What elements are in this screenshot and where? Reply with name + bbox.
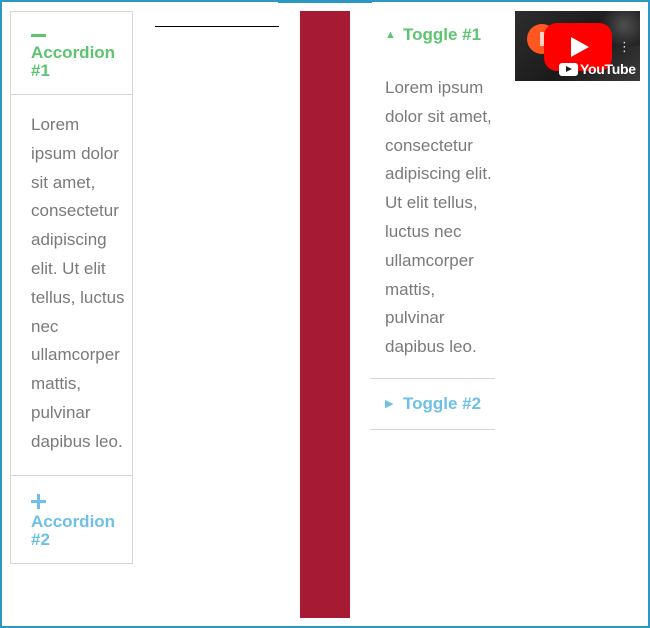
youtube-logo-icon (559, 62, 578, 76)
toggle-item-1: ▲ Toggle #1 Lorem ipsum dolor sit amet, … (370, 11, 495, 379)
caret-right-icon: ▶ (385, 397, 394, 410)
accordion-title-label: Accordion #2 (31, 511, 116, 549)
toggle-item-2: ▶ Toggle #2 (370, 379, 495, 430)
accordion-item-1: Accordion #1 Lorem ipsum dolor sit amet,… (11, 12, 132, 475)
accordion-content-1: Lorem ipsum dolor sit amet, consectetur … (11, 94, 132, 475)
accordion-item-2: Accordion #2 (11, 474, 132, 563)
video-embed[interactable]: ⋮ YouTube (515, 11, 640, 81)
youtube-logo-text: YouTube (580, 61, 636, 77)
toggle-title-label: Toggle #2 (403, 393, 482, 413)
accordion-title-1[interactable]: Accordion #1 (11, 12, 132, 94)
toggle-title-2[interactable]: ▶ Toggle #2 (370, 379, 495, 429)
accordion-title-2[interactable]: Accordion #2 (11, 476, 132, 563)
toggle-content-1: Lorem ipsum dolor sit amet, consectetur … (385, 78, 492, 357)
minus-icon (31, 34, 46, 37)
top-indicator (278, 0, 372, 3)
color-block (300, 11, 350, 618)
divider (155, 26, 279, 27)
youtube-logo[interactable]: YouTube (559, 61, 636, 77)
plus-icon (31, 493, 46, 509)
caret-up-icon: ▲ (385, 29, 396, 41)
more-options-icon[interactable]: ⋮ (618, 39, 632, 55)
toggle-title-1[interactable]: ▲ Toggle #1 (370, 11, 495, 52)
toggle: ▲ Toggle #1 Lorem ipsum dolor sit amet, … (370, 11, 495, 430)
accordion-title-label: Accordion #1 (31, 43, 116, 80)
toggle-title-label: Toggle #1 (403, 25, 482, 44)
accordion: Accordion #1 Lorem ipsum dolor sit amet,… (10, 11, 133, 564)
